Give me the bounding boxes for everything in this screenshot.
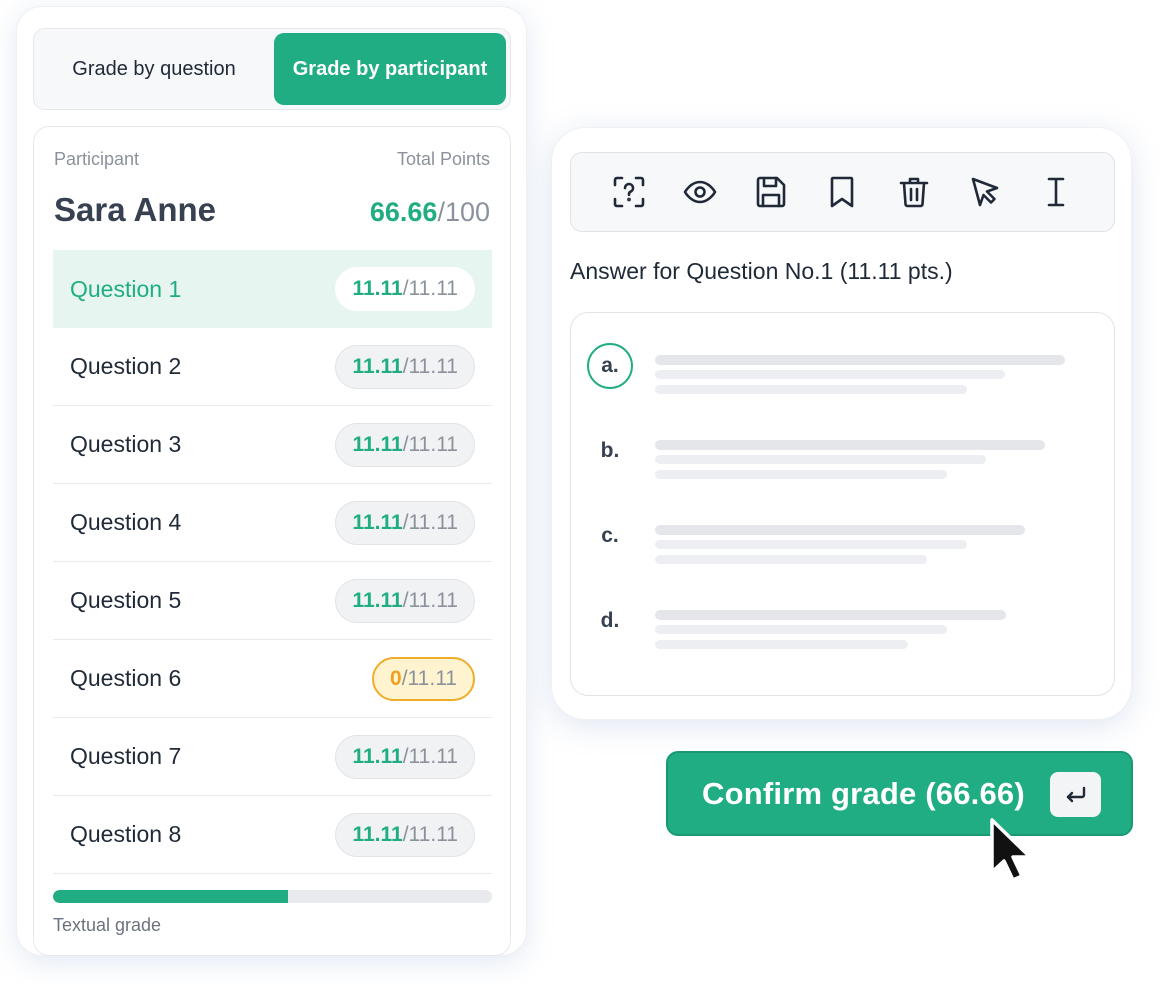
question-score-badge: 11.11/11.11 <box>335 578 475 623</box>
question-label: Question 3 <box>70 431 182 457</box>
participant-summary: Sara Anne 66.66/100 <box>54 191 490 229</box>
answer-text-placeholder <box>655 540 967 549</box>
question-score-max: /11.11 <box>401 666 457 690</box>
bookmark-icon <box>831 176 854 208</box>
confirm-grade-button[interactable]: Confirm grade (66.66) <box>666 751 1133 836</box>
answer-text-placeholder <box>655 455 986 464</box>
text-cursor-icon <box>1048 177 1065 207</box>
answer-option-letter: b. <box>600 439 620 462</box>
answer-text-placeholder <box>655 525 1025 535</box>
question-score-value: 11.11 <box>352 432 403 456</box>
preview-button[interactable] <box>678 170 722 214</box>
answer-option-letter: d. <box>600 609 620 632</box>
question-label: Question 8 <box>70 821 182 847</box>
question-score-badge: 0/11.11 <box>372 656 475 701</box>
total-score: 66.66/100 <box>370 197 490 228</box>
participant-header: Participant <box>54 149 140 169</box>
answer-text-placeholder <box>655 440 1045 450</box>
question-list: Question 1 11.11/11.11 Question 2 11.11/11.… <box>53 250 492 874</box>
save-button[interactable] <box>749 170 793 214</box>
question-row[interactable]: Question 4 11.11/11.11 <box>53 484 492 562</box>
question-score-value: 11.11 <box>352 822 403 846</box>
answer-text-placeholder <box>655 640 908 649</box>
answer-card: Answer for Question No.1 (11.11 pts.) a.… <box>551 127 1132 720</box>
question-row[interactable]: Question 3 11.11/11.11 <box>53 406 492 484</box>
participant-name: Sara Anne <box>54 191 217 228</box>
grading-mode-toggle: Grade by question Grade by participant <box>33 28 511 110</box>
question-row[interactable]: Question 1 11.11/11.11 <box>53 250 492 328</box>
total-score-max: /100 <box>437 197 490 227</box>
question-score-value: 11.11 <box>352 277 403 300</box>
answer-text-placeholder <box>655 355 1065 365</box>
question-label: Question 7 <box>70 743 182 769</box>
grade-progress-bar <box>53 890 492 903</box>
trash-icon <box>899 177 929 208</box>
answer-option-letter: c. <box>601 524 619 547</box>
grade-progress-fill <box>53 890 288 903</box>
question-score-max: /11.11 <box>402 277 458 300</box>
save-icon <box>756 176 786 208</box>
mouse-cursor-icon <box>990 818 1032 882</box>
answer-text-placeholder <box>655 385 967 394</box>
question-score-value: 11.11 <box>352 354 403 378</box>
answer-text-placeholder <box>655 610 1006 620</box>
eye-icon <box>683 180 717 204</box>
delete-button[interactable] <box>892 170 936 214</box>
answer-options: a. b. c. d. <box>570 312 1115 696</box>
enter-key-icon <box>1050 772 1101 817</box>
total-points-header: Total Points <box>396 149 490 169</box>
answer-option-letter: a. <box>587 343 633 389</box>
question-scan-icon <box>613 176 644 208</box>
question-scan-button[interactable] <box>607 170 651 214</box>
answer-text-placeholder <box>655 625 947 634</box>
answer-toolbar <box>570 152 1115 232</box>
question-label: Question 4 <box>70 509 182 535</box>
answer-text-placeholder <box>655 370 1005 379</box>
question-row[interactable]: Question 5 11.11/11.11 <box>53 562 492 640</box>
question-label: Question 5 <box>70 587 182 613</box>
text-tool-button[interactable] <box>1034 170 1078 214</box>
pointer-icon <box>971 177 999 207</box>
bookmark-button[interactable] <box>820 170 864 214</box>
question-label: Question 2 <box>70 353 182 379</box>
question-label: Question 6 <box>70 665 182 691</box>
question-score-value: 11.11 <box>352 588 403 612</box>
participant-card: Participant Total Points Sara Anne 66.66… <box>33 126 511 956</box>
question-score-badge: 11.11/11.11 <box>335 734 475 779</box>
question-score-max: /11.11 <box>402 588 458 612</box>
question-score-max: /11.11 <box>402 822 458 846</box>
question-score-max: /11.11 <box>402 354 458 378</box>
question-row[interactable]: Question 6 0/11.11 <box>53 640 492 718</box>
question-row[interactable]: Question 8 11.11/11.11 <box>53 796 492 874</box>
question-score-max: /11.11 <box>402 744 458 768</box>
question-score-max: /11.11 <box>402 510 458 534</box>
textual-grade-label: Textual grade <box>53 915 162 935</box>
question-row[interactable]: Question 7 11.11/11.11 <box>53 718 492 796</box>
question-score-badge: 11.11/11.11 <box>335 422 475 467</box>
question-score-badge: 11.11/11.11 <box>335 267 475 311</box>
grade-by-participant-tab[interactable]: Grade by participant <box>274 33 506 105</box>
question-row[interactable]: Question 2 11.11/11.11 <box>53 328 492 406</box>
select-tool-button[interactable] <box>963 170 1007 214</box>
question-score-max: /11.11 <box>402 432 458 456</box>
answer-text-placeholder <box>655 470 947 479</box>
grade-by-question-tab[interactable]: Grade by question <box>38 33 270 105</box>
total-score-value: 66.66 <box>369 197 438 227</box>
grading-panel: Grade by question Grade by participant P… <box>16 6 527 956</box>
question-score-value: 11.11 <box>352 744 403 768</box>
question-score-badge: 11.11/11.11 <box>335 500 475 545</box>
question-score-badge: 11.11/11.11 <box>335 812 475 857</box>
answer-title: Answer for Question No.1 (11.11 pts.) <box>570 258 953 284</box>
question-score-value: 0 <box>390 666 402 690</box>
question-score-badge: 11.11/11.11 <box>335 344 475 389</box>
confirm-grade-label: Confirm grade (66.66) <box>702 775 1025 811</box>
question-score-value: 11.11 <box>352 510 403 534</box>
participant-header-row: Participant Total Points <box>54 149 490 170</box>
answer-text-placeholder <box>655 555 927 564</box>
question-label: Question 1 <box>70 275 182 302</box>
